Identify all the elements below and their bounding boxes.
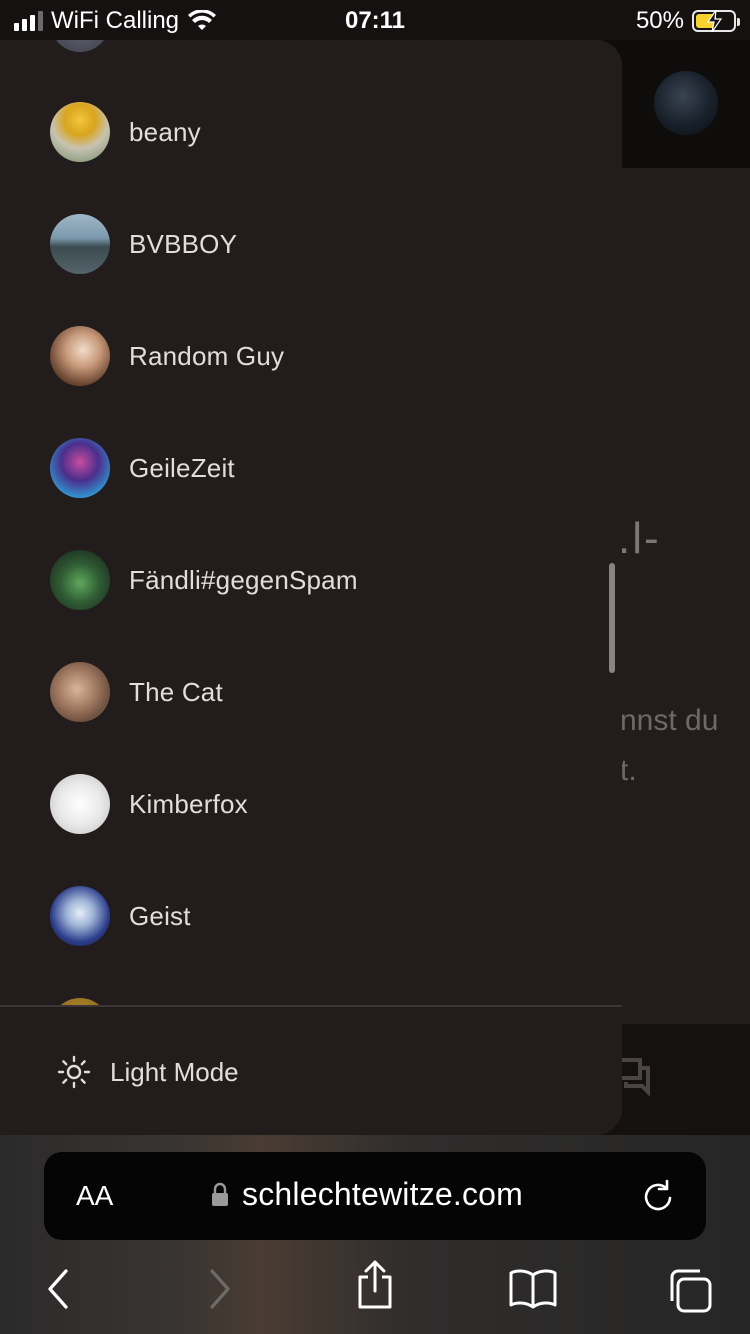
status-right: 50% bbox=[635, 7, 740, 35]
faendli-avatar bbox=[50, 550, 110, 610]
page-text-line: t. bbox=[620, 754, 637, 787]
bookmarks-icon[interactable] bbox=[508, 1267, 558, 1311]
kimberfox-avatar bbox=[50, 774, 110, 834]
lock-icon bbox=[212, 1182, 228, 1206]
scrollbar[interactable] bbox=[609, 563, 615, 673]
user-list-item[interactable]: Kimberfox bbox=[50, 774, 570, 834]
address-bar[interactable]: AA schlechtewitze.com bbox=[44, 1152, 706, 1240]
user-list-item[interactable]: Fändli#gegenSpam bbox=[50, 550, 570, 610]
user-list: beany BVBBOY Random Guy GeileZeit Fändli… bbox=[0, 40, 600, 1005]
reload-icon[interactable] bbox=[642, 1178, 676, 1214]
text-size-button[interactable]: AA bbox=[76, 1180, 113, 1212]
divider bbox=[0, 1005, 622, 1007]
navigation-toolbar bbox=[0, 1260, 750, 1319]
page-text-line: nnst du bbox=[620, 704, 719, 737]
battery-percent: 50% bbox=[635, 7, 684, 34]
avatar bbox=[50, 998, 110, 1005]
random-guy-avatar bbox=[50, 326, 110, 386]
user-name: GeileZeit bbox=[129, 452, 235, 483]
status-bar: WiFi Calling 07:11 50% bbox=[0, 0, 750, 40]
user-name: Random Guy bbox=[129, 340, 285, 371]
user-list-item[interactable]: The Cat bbox=[50, 662, 570, 722]
avatar bbox=[50, 40, 110, 52]
back-icon[interactable] bbox=[44, 1267, 74, 1311]
sun-icon bbox=[57, 1055, 91, 1089]
browser-toolbar: AA schlechtewitze.com bbox=[0, 1135, 750, 1334]
user-name: Fändli#gegenSpam bbox=[129, 564, 358, 595]
user-list-item[interactable]: BVBBOY bbox=[50, 214, 570, 274]
page-title-fragment: .l- bbox=[618, 514, 661, 563]
user-list-item[interactable]: GeileZeit bbox=[50, 438, 570, 498]
user-name: BVBBOY bbox=[129, 228, 238, 259]
user-list-item[interactable]: Geist bbox=[50, 886, 570, 946]
light-mode-toggle[interactable]: Light Mode bbox=[56, 1054, 239, 1090]
light-mode-label: Light Mode bbox=[110, 1056, 239, 1087]
share-icon[interactable] bbox=[354, 1259, 396, 1311]
user-name: Kimberfox bbox=[129, 788, 248, 819]
battery-icon bbox=[692, 10, 740, 32]
user-name: The Cat bbox=[129, 676, 223, 707]
profile-avatar[interactable] bbox=[654, 71, 718, 135]
url-text: schlechtewitze.com bbox=[242, 1176, 524, 1212]
geilezeit-avatar bbox=[50, 438, 110, 498]
side-drawer: beany BVBBOY Random Guy GeileZeit Fändli… bbox=[0, 40, 622, 1135]
user-list-item[interactable]: Random Guy bbox=[50, 326, 570, 386]
text-size-label: AA bbox=[76, 1180, 114, 1211]
geist-avatar bbox=[50, 886, 110, 946]
bvbboy-avatar bbox=[50, 214, 110, 274]
user-list-item[interactable]: beany bbox=[50, 102, 570, 162]
user-name: Geist bbox=[129, 900, 191, 931]
forward-icon[interactable] bbox=[204, 1267, 234, 1311]
the-cat-avatar bbox=[50, 662, 110, 722]
beany-avatar bbox=[50, 102, 110, 162]
screen: WiFi Calling 07:11 50% .l- nnst du t. be… bbox=[0, 0, 750, 1334]
tabs-icon[interactable] bbox=[666, 1267, 714, 1315]
url-field[interactable]: schlechtewitze.com bbox=[210, 1176, 523, 1213]
user-name: beany bbox=[129, 116, 201, 147]
